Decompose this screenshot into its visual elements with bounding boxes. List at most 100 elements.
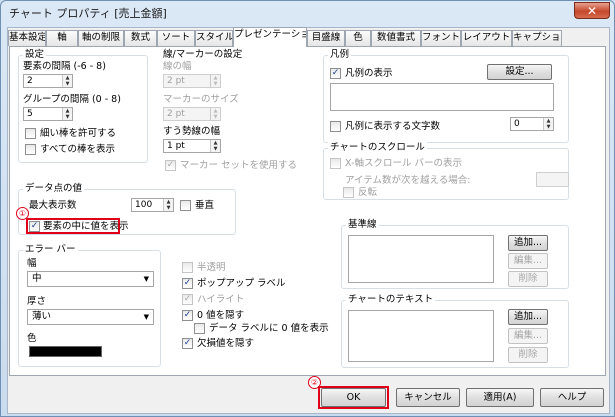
spin-arrows-icon[interactable]: ▲ ▼ (543, 118, 553, 130)
bar-spacing-value: 2 (27, 76, 33, 86)
add-chart-text-button[interactable]: 追加... (508, 309, 548, 325)
tab-5[interactable]: ソート (157, 30, 195, 46)
popup-labels-label: ポップアップ ラベル (197, 278, 286, 289)
tab-7[interactable]: プレゼンテーション (233, 27, 307, 47)
show-all-bars-label: すべての棒を表示 (40, 144, 115, 155)
error-width-label: 幅 (27, 258, 37, 269)
cancel-button[interactable]: キャンセル (396, 388, 460, 407)
suppress-zero-label: 0 値を隠す (197, 310, 245, 321)
add-reference-line-button[interactable]: 追加... (508, 235, 548, 251)
show-all-bars-checkbox[interactable] (25, 144, 36, 155)
delete-reference-line-button[interactable]: 削除 (508, 271, 548, 287)
reversed-label: 反転 (358, 187, 378, 198)
error-thickness-dropdown[interactable]: 薄い ▼ (27, 309, 154, 325)
limit-chars-checkbox[interactable] (330, 121, 341, 132)
tab-10[interactable]: 数値書式 (371, 30, 421, 46)
legend-settings-button[interactable]: 設定... (487, 64, 552, 80)
vertical-label: 垂直 (195, 200, 215, 211)
reference-lines-list[interactable] (348, 235, 494, 283)
chart-text-group-label: チャートのテキスト (346, 294, 436, 305)
group-spacing-value: 5 (27, 109, 33, 119)
values-inside-label: 要素の中に値を表示 (43, 221, 129, 232)
close-icon: ✕ (586, 3, 598, 18)
highlight-label: ハイライト (197, 294, 245, 305)
error-width-dropdown[interactable]: 中 ▼ (27, 271, 154, 287)
reversed-checkbox[interactable] (343, 187, 354, 198)
group-spacing-label: グループの間隔 (0 - 8) (23, 94, 121, 105)
chart-scroll-group-label: チャートのスクロール (328, 142, 427, 153)
group-spacing-spinbox[interactable]: 5 ▲ ▼ (23, 107, 73, 121)
error-color-swatch[interactable] (29, 346, 102, 357)
legend-group-label: 凡例 (328, 49, 352, 60)
error-width-value: 中 (32, 273, 42, 284)
use-full-symbol-checkbox[interactable]: ✓ (165, 160, 176, 171)
stick-width-label: すう勢線の幅 (163, 126, 221, 137)
marker-size-spinbox[interactable]: 2 pt ▲ ▼ (163, 107, 221, 121)
highlight-checkbox[interactable]: ✓ (182, 294, 193, 305)
chart-text-list[interactable] (348, 310, 494, 362)
tab-panel-presentation: 設定 要素の間隔 (-6 - 8) 2 ▲ ▼ グループの間隔 (0 - 8) 5… (9, 46, 606, 376)
tab-11[interactable]: フォント (421, 30, 461, 46)
semi-transparent-label: 半透明 (197, 262, 226, 273)
tab-3[interactable]: 軸の制限 (78, 30, 124, 46)
settings-group-label: 設定 (23, 49, 47, 60)
edit-chart-text-button[interactable]: 編集... (508, 328, 548, 344)
tab-12[interactable]: レイアウト (461, 30, 512, 46)
spin-arrows-icon[interactable]: ▲ ▼ (210, 75, 220, 87)
data-label-zero-checkbox[interactable] (194, 323, 205, 334)
values-inside-checkbox[interactable]: ✓ (29, 221, 40, 232)
show-legend-checkbox[interactable]: ✓ (330, 68, 341, 79)
delete-chart-text-button[interactable]: 削除 (508, 347, 548, 363)
x-scrollbar-checkbox[interactable] (330, 158, 341, 169)
edit-reference-line-button[interactable]: 編集... (508, 253, 548, 269)
suppress-missing-label: 欠損値を隠す (197, 338, 255, 349)
bar-spacing-spinbox[interactable]: 2 ▲ ▼ (23, 74, 73, 88)
max-values-spinbox[interactable]: 100 ▲ ▼ (131, 198, 174, 212)
tab-6[interactable]: スタイル (195, 30, 233, 46)
stick-width-value: 1 pt (167, 141, 185, 151)
tab-4[interactable]: 数式 (124, 30, 157, 46)
ok-button[interactable]: OK (321, 388, 386, 407)
spin-arrows-icon[interactable]: ▲ ▼ (163, 199, 173, 211)
apply-button[interactable]: 適用(A) (466, 388, 534, 407)
when-exceeds-input[interactable] (536, 172, 569, 187)
spin-arrows-icon[interactable]: ▲ ▼ (62, 75, 72, 87)
use-full-symbol-label: マーカー セットを使用する (180, 160, 298, 171)
max-values-label: 最大表示数 (29, 200, 77, 211)
data-label-zero-label: データ ラベルに 0 値を表示 (209, 323, 329, 334)
limit-chars-spinbox[interactable]: 0 ▲ ▼ (510, 117, 554, 131)
error-bars-group-label: エラー バー (23, 244, 78, 255)
legend-preview-box (330, 83, 554, 111)
spin-arrows-icon[interactable]: ▲ ▼ (210, 140, 220, 152)
reference-lines-group-label: 基準線 (346, 219, 379, 230)
limit-chars-value: 0 (514, 119, 520, 129)
vertical-checkbox[interactable] (180, 200, 191, 211)
marker-size-value: 2 pt (167, 109, 185, 119)
tab-8[interactable]: 目盛線 (307, 30, 345, 46)
tab-13[interactable]: キャプション (512, 30, 562, 46)
title-bar[interactable]: チャート プロパティ [売上金額] ✕ (1, 1, 614, 23)
line-width-spinbox[interactable]: 2 pt ▲ ▼ (163, 74, 221, 88)
line-symbol-label: 線/マーカーの設定 (163, 49, 243, 60)
tab-9[interactable]: 色 (345, 30, 371, 46)
suppress-missing-checkbox[interactable]: ✓ (182, 338, 193, 349)
show-legend-label: 凡例の表示 (345, 68, 393, 79)
spin-arrows-icon[interactable]: ▲ ▼ (210, 108, 220, 120)
popup-labels-checkbox[interactable]: ✓ (182, 278, 193, 289)
line-width-value: 2 pt (167, 76, 185, 86)
allow-thin-bars-label: 細い棒を許可する (40, 128, 117, 139)
semi-transparent-checkbox[interactable] (182, 262, 193, 273)
spin-arrows-icon[interactable]: ▲ ▼ (62, 108, 72, 120)
error-color-label: 色 (27, 333, 37, 344)
stick-width-spinbox[interactable]: 1 pt ▲ ▼ (163, 139, 221, 153)
help-button[interactable]: ヘルプ (540, 388, 604, 407)
x-scrollbar-label: X-軸スクロール バーの表示 (345, 158, 462, 169)
tab-1[interactable]: 基本設定 (8, 30, 46, 46)
allow-thin-bars-checkbox[interactable] (25, 128, 36, 139)
suppress-zero-checkbox[interactable]: ✓ (182, 310, 193, 321)
line-width-label: 線の幅 (163, 61, 192, 72)
close-button[interactable]: ✕ (574, 2, 610, 19)
error-thickness-value: 薄い (32, 311, 52, 322)
chevron-down-icon: ▼ (143, 313, 149, 321)
tab-2[interactable]: 軸 (46, 30, 78, 46)
